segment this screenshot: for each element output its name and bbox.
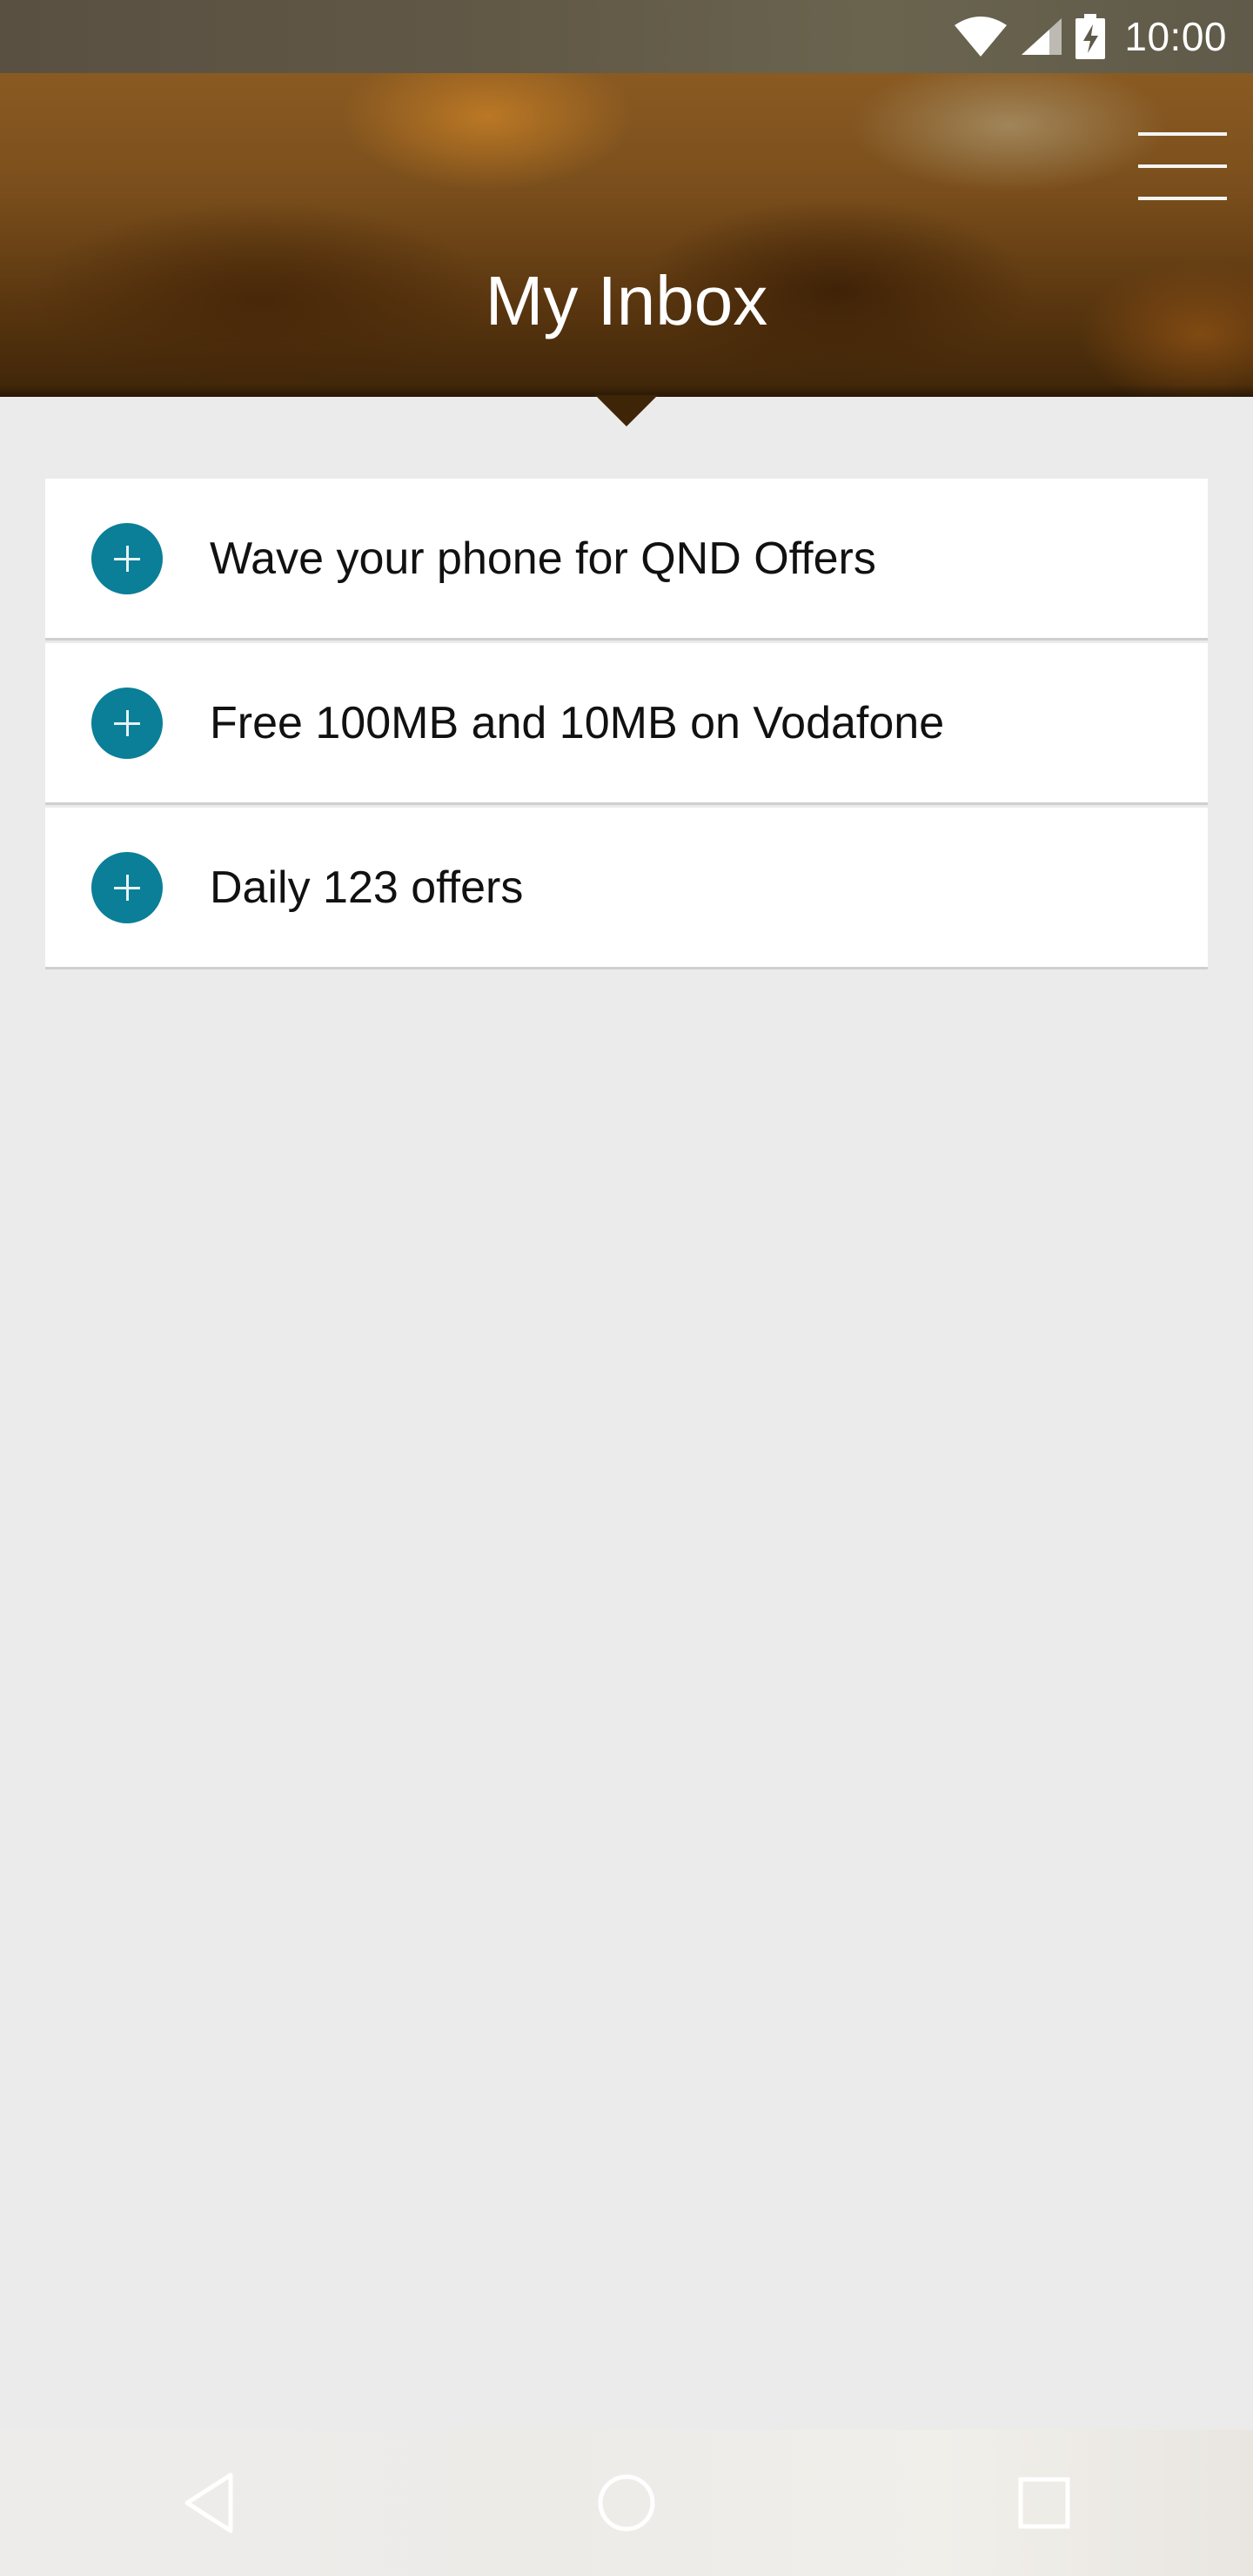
inbox-item-label: Wave your phone for QND Offers <box>210 533 876 584</box>
battery-charging-icon <box>1075 14 1106 59</box>
status-time: 10:00 <box>1124 14 1227 59</box>
inbox-list: Wave your phone for QND Offers Free 100M… <box>45 479 1208 969</box>
inbox-item[interactable]: Free 100MB and 10MB on Vodafone <box>45 643 1208 805</box>
plus-circle-icon[interactable] <box>91 522 163 594</box>
menu-line <box>1138 132 1227 136</box>
header: My Inbox <box>0 73 1253 397</box>
inbox-item[interactable]: Daily 123 offers <box>45 808 1208 969</box>
plus-circle-icon[interactable] <box>91 851 163 923</box>
page-title: My Inbox <box>485 262 768 339</box>
home-icon[interactable] <box>574 2451 679 2555</box>
menu-line <box>1138 197 1227 200</box>
plus-circle-icon[interactable] <box>91 687 163 759</box>
navigation-bar <box>0 2430 1253 2576</box>
header-pointer <box>595 395 658 426</box>
inbox-item-label: Daily 123 offers <box>210 862 524 913</box>
inbox-item-label: Free 100MB and 10MB on Vodafone <box>210 697 945 748</box>
inbox-item[interactable]: Wave your phone for QND Offers <box>45 479 1208 641</box>
wifi-icon <box>954 17 1008 57</box>
back-icon[interactable] <box>157 2451 261 2555</box>
menu-line <box>1138 164 1227 168</box>
status-bar: 10:00 <box>0 0 1253 73</box>
recents-icon[interactable] <box>992 2451 1096 2555</box>
status-icons: 10:00 <box>954 0 1227 73</box>
signal-icon <box>1020 17 1063 57</box>
hamburger-menu-icon[interactable] <box>1138 132 1227 200</box>
